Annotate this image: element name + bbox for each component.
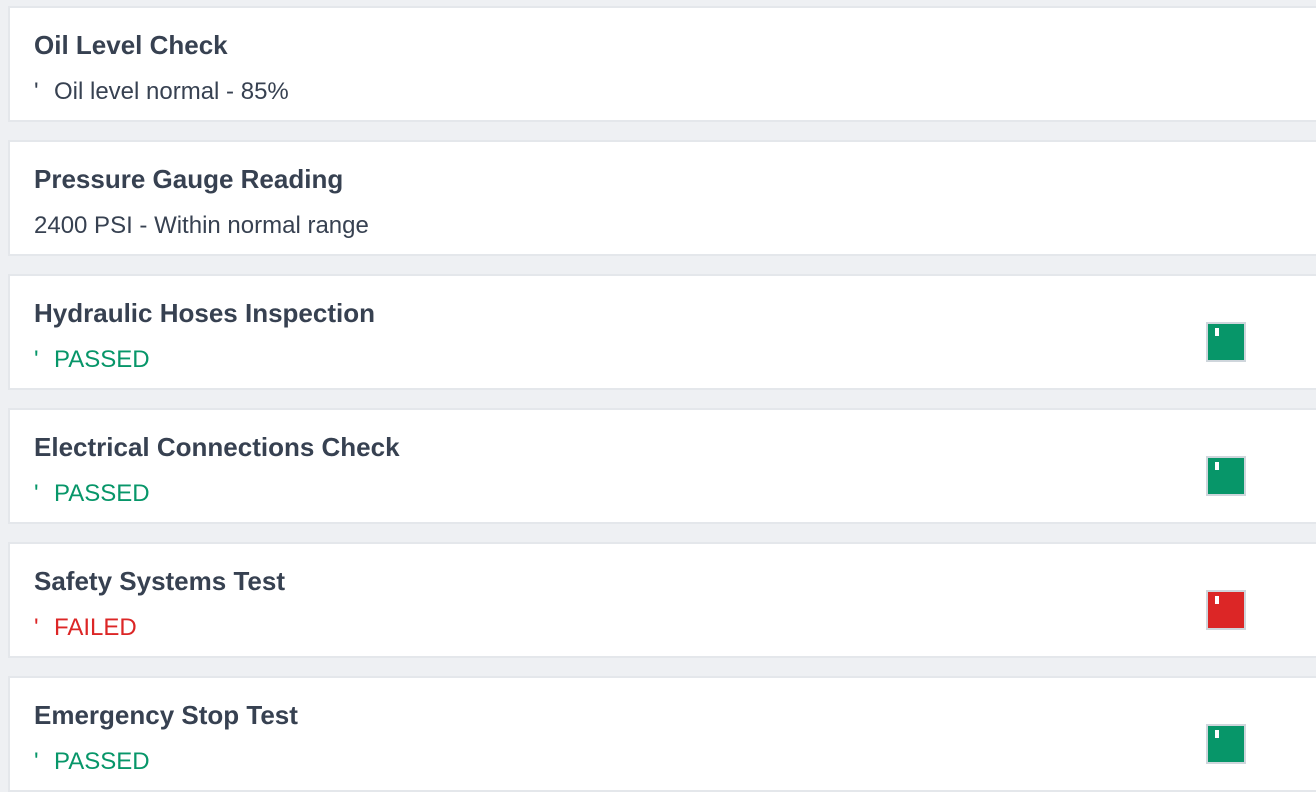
tick-mark: ' bbox=[34, 748, 39, 775]
tick-mark: ' bbox=[34, 346, 39, 373]
checkbox-passed-icon[interactable] bbox=[1206, 456, 1246, 496]
item-status: ' PASSED bbox=[34, 748, 150, 776]
item-status-text: PASSED bbox=[54, 346, 150, 373]
item-title: Oil Level Check bbox=[34, 30, 228, 60]
item-status: ' PASSED bbox=[34, 480, 150, 508]
item-title: Emergency Stop Test bbox=[34, 700, 298, 730]
item-status-text: PASSED bbox=[54, 748, 150, 775]
checklist-item-oil-level[interactable]: Oil Level Check ' Oil level normal - 85% bbox=[8, 6, 1316, 122]
item-status-text: 2400 PSI - Within normal range bbox=[34, 212, 369, 239]
tick-mark: ' bbox=[34, 480, 39, 507]
item-status-text: FAILED bbox=[54, 614, 137, 641]
item-status: ' FAILED bbox=[34, 614, 137, 642]
tick-mark: ' bbox=[34, 78, 39, 105]
item-title: Pressure Gauge Reading bbox=[34, 164, 344, 194]
item-title: Hydraulic Hoses Inspection bbox=[34, 298, 375, 328]
tick-mark: ' bbox=[34, 614, 39, 641]
item-status-text: Oil level normal - 85% bbox=[54, 78, 289, 105]
checklist-item-emergency-stop[interactable]: Emergency Stop Test ' PASSED bbox=[8, 676, 1316, 792]
checklist-item-hydraulic-hoses[interactable]: Hydraulic Hoses Inspection ' PASSED bbox=[8, 274, 1316, 390]
item-title: Safety Systems Test bbox=[34, 566, 285, 596]
inspection-checklist: Oil Level Check ' Oil level normal - 85% … bbox=[0, 0, 1316, 792]
item-status: ' PASSED bbox=[34, 346, 150, 374]
checklist-item-safety-systems[interactable]: Safety Systems Test ' FAILED bbox=[8, 542, 1316, 658]
item-status-text: PASSED bbox=[54, 480, 150, 507]
checkbox-passed-icon[interactable] bbox=[1206, 724, 1246, 764]
item-note: ' Oil level normal - 85% bbox=[34, 78, 289, 106]
checkbox-passed-icon[interactable] bbox=[1206, 322, 1246, 362]
checkbox-failed-icon[interactable] bbox=[1206, 590, 1246, 630]
item-note: 2400 PSI - Within normal range bbox=[34, 212, 369, 240]
item-title: Electrical Connections Check bbox=[34, 432, 400, 462]
checklist-item-electrical-connections[interactable]: Electrical Connections Check ' PASSED bbox=[8, 408, 1316, 524]
checklist-item-pressure-gauge[interactable]: Pressure Gauge Reading 2400 PSI - Within… bbox=[8, 140, 1316, 256]
